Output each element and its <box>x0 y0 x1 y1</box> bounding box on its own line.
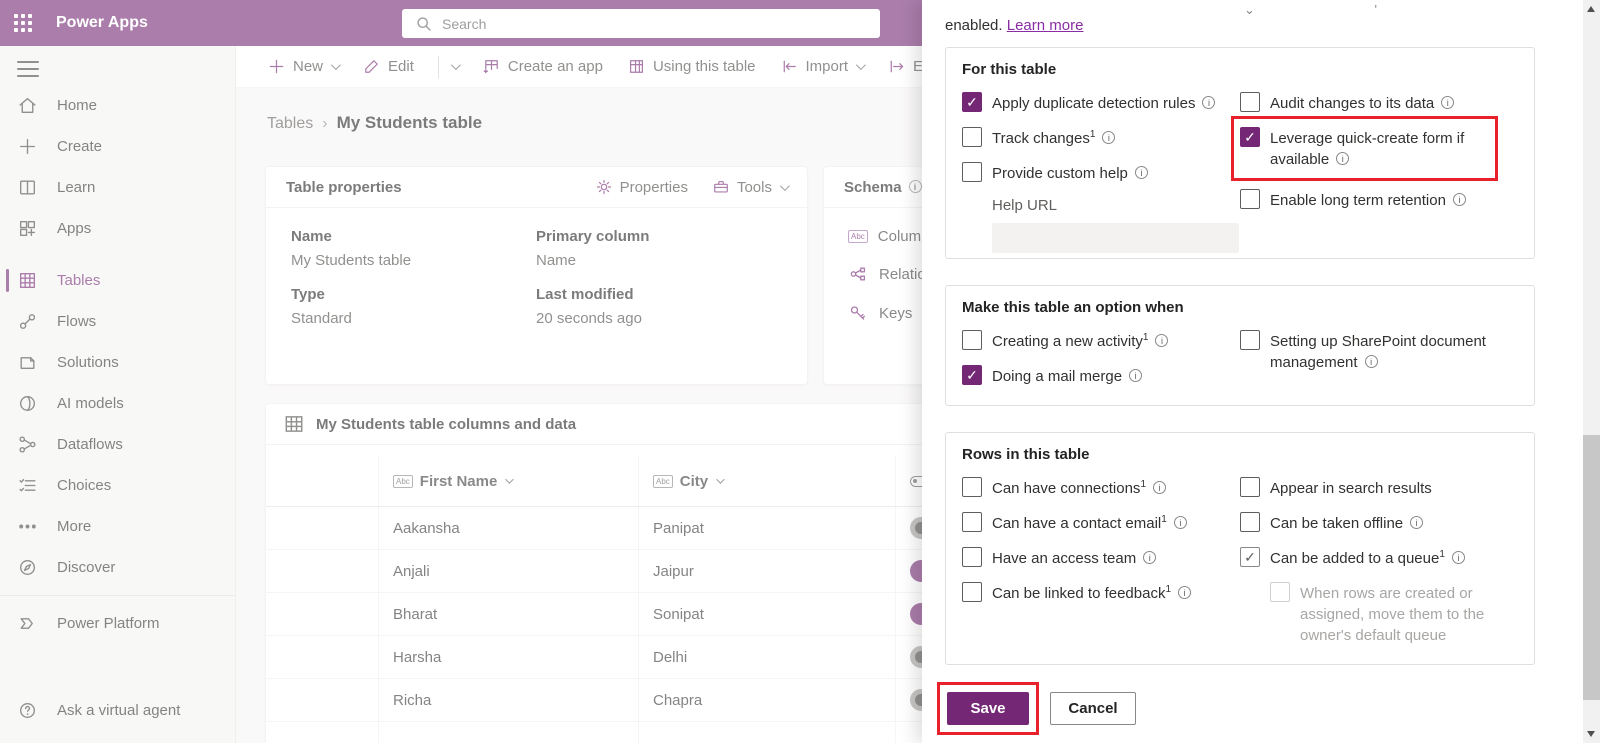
checkbox-row-apply-duplicate-detection-rules: ✓ Apply duplicate detection rulesi <box>962 92 1240 114</box>
scrollbar-up-icon[interactable] <box>1587 6 1595 12</box>
checkbox-row-audit-changes-to-its-data: Audit changes to its datai <box>1240 92 1518 114</box>
info-icon[interactable]: i <box>1155 334 1168 347</box>
checkbox-can-have-a-contact-email[interactable] <box>962 512 982 532</box>
panel-intro-text: enabled. Learn more <box>945 17 1583 34</box>
checkbox-row-setting-up-sharepoint-document-management: Setting up SharePoint document managemen… <box>1240 330 1518 373</box>
panel-section-make-this-table-an-option-when: Make this table an option when Creating a… <box>945 285 1535 406</box>
checkbox-label: Track changes1i <box>992 127 1115 149</box>
checkbox-when-rows-are-created-or-assigned-move-them-to-the-owner-s-default-queue <box>1270 582 1290 602</box>
learn-more-link[interactable]: Learn more <box>1007 17 1084 34</box>
section-title: For this table <box>962 61 1518 78</box>
checkbox-creating-a-new-activity[interactable] <box>962 330 982 350</box>
checkbox-label: Can be linked to feedback1i <box>992 582 1191 604</box>
checkbox-label: Enable long term retentioni <box>1270 189 1466 211</box>
section-title: Make this table an option when <box>962 299 1518 316</box>
scrollbar-thumb[interactable] <box>1583 435 1600 700</box>
checkbox-row-appear-in-search-results: Appear in search results <box>1240 477 1518 499</box>
info-icon[interactable]: i <box>1452 551 1465 564</box>
checkbox-audit-changes-to-its-data[interactable] <box>1240 92 1260 112</box>
page-scrollbar[interactable] <box>1583 0 1600 743</box>
checkbox-label: Have an access teami <box>992 547 1156 569</box>
info-icon[interactable]: i <box>1153 481 1166 494</box>
cancel-button[interactable]: Cancel <box>1050 692 1136 725</box>
checkbox-can-have-connections[interactable] <box>962 477 982 497</box>
checkbox-label: Can be taken offlinei <box>1270 512 1423 534</box>
info-icon[interactable]: i <box>1365 355 1378 368</box>
panel-sections: For this table ✓ Apply duplicate detection… <box>945 47 1583 665</box>
save-highlight-box: Save <box>937 682 1039 735</box>
checkbox-row-can-be-linked-to-feedback: Can be linked to feedback1i <box>962 582 1240 604</box>
info-icon[interactable]: i <box>1410 516 1423 529</box>
info-icon[interactable]: i <box>1441 96 1454 109</box>
red-highlight-box: ✓ Leverage quick-create form if available… <box>1231 116 1498 181</box>
checkbox-label: Creating a new activity1i <box>992 330 1168 352</box>
help-url-group: Help URL <box>992 197 1240 253</box>
checkbox-label: Can have a contact email1i <box>992 512 1187 534</box>
checkbox-can-be-taken-offline[interactable] <box>1240 512 1260 532</box>
info-icon[interactable]: i <box>1202 96 1215 109</box>
checkbox-appear-in-search-results[interactable] <box>1240 477 1260 497</box>
checkbox-row-creating-a-new-activity: Creating a new activity1i <box>962 330 1240 352</box>
section-title: Rows in this table <box>962 446 1518 463</box>
checkbox-row-track-changes: Track changes1i <box>962 127 1240 149</box>
checkbox-label: When rows are created or assigned, move … <box>1300 582 1505 646</box>
info-icon[interactable]: i <box>1129 369 1142 382</box>
checkbox-row-have-an-access-team: Have an access teami <box>962 547 1240 569</box>
panel-actions: Save Cancel <box>937 682 1136 735</box>
checkbox-provide-custom-help[interactable] <box>962 162 982 182</box>
checkbox-row-when-rows-are-created-or-assigned-move-them-to-the-owner-s-default-queue: When rows are created or assigned, move … <box>1270 582 1518 646</box>
checkbox-label: Doing a mail mergei <box>992 365 1142 387</box>
checkbox-can-be-linked-to-feedback[interactable] <box>962 582 982 602</box>
checkbox-label: Appear in search results <box>1270 477 1432 499</box>
checkbox-row-enable-long-term-retention: Enable long term retentioni <box>1240 189 1518 211</box>
info-icon[interactable]: i <box>1178 586 1191 599</box>
checkbox-apply-duplicate-detection-rules[interactable]: ✓ <box>962 92 982 112</box>
checkbox-leverage-quick-create-form-if-available[interactable]: ✓ <box>1240 127 1260 147</box>
checkbox-doing-a-mail-merge[interactable]: ✓ <box>962 365 982 385</box>
info-icon[interactable]: i <box>1336 152 1349 165</box>
help-url-input <box>992 223 1239 253</box>
table-settings-panel: ⌄ ' enabled. Learn more For this table ✓ A… <box>922 0 1583 743</box>
checkbox-track-changes[interactable] <box>962 127 982 147</box>
scrollbar-down-icon[interactable] <box>1587 731 1595 737</box>
info-icon[interactable]: i <box>1174 516 1187 529</box>
checkbox-enable-long-term-retention[interactable] <box>1240 189 1260 209</box>
info-icon[interactable]: i <box>1143 551 1156 564</box>
checkbox-row-provide-custom-help: Provide custom helpi <box>962 162 1240 184</box>
checkbox-label: Can have connections1i <box>992 477 1166 499</box>
checkbox-row-can-be-added-to-a-queue: ✓ Can be added to a queue1i <box>1240 547 1518 569</box>
panel-section-rows-in-this-table: Rows in this table Can have connections1i… <box>945 432 1535 665</box>
help-url-label: Help URL <box>992 197 1240 214</box>
panel-section-for-this-table: For this table ✓ Apply duplicate detection… <box>945 47 1535 259</box>
checkbox-label: Apply duplicate detection rulesi <box>992 92 1215 114</box>
info-icon[interactable]: i <box>1135 166 1148 179</box>
info-icon[interactable]: i <box>1102 131 1115 144</box>
checkbox-label: Leverage quick-create form if availablei <box>1270 127 1490 170</box>
checkbox-label: Provide custom helpi <box>992 162 1148 184</box>
checkbox-row-leverage-quick-create-form-if-available: ✓ Leverage quick-create form if available… <box>1240 127 1491 170</box>
checkbox-have-an-access-team[interactable] <box>962 547 982 567</box>
info-icon[interactable]: i <box>1453 193 1466 206</box>
checkbox-label: Setting up SharePoint document managemen… <box>1270 330 1490 373</box>
checkbox-label: Can be added to a queue1i <box>1270 547 1465 569</box>
save-button[interactable]: Save <box>947 692 1029 725</box>
checkbox-setting-up-sharepoint-document-management[interactable] <box>1240 330 1260 350</box>
checkbox-row-doing-a-mail-merge: ✓ Doing a mail mergei <box>962 365 1240 387</box>
scrolled-text-remnant: ⌄ ' <box>1244 2 1435 18</box>
checkbox-can-be-added-to-a-queue[interactable]: ✓ <box>1240 547 1260 567</box>
checkbox-row-can-have-a-contact-email: Can have a contact email1i <box>962 512 1240 534</box>
checkbox-row-can-be-taken-offline: Can be taken offlinei <box>1240 512 1518 534</box>
checkbox-row-can-have-connections: Can have connections1i <box>962 477 1240 499</box>
checkbox-label: Audit changes to its datai <box>1270 92 1454 114</box>
